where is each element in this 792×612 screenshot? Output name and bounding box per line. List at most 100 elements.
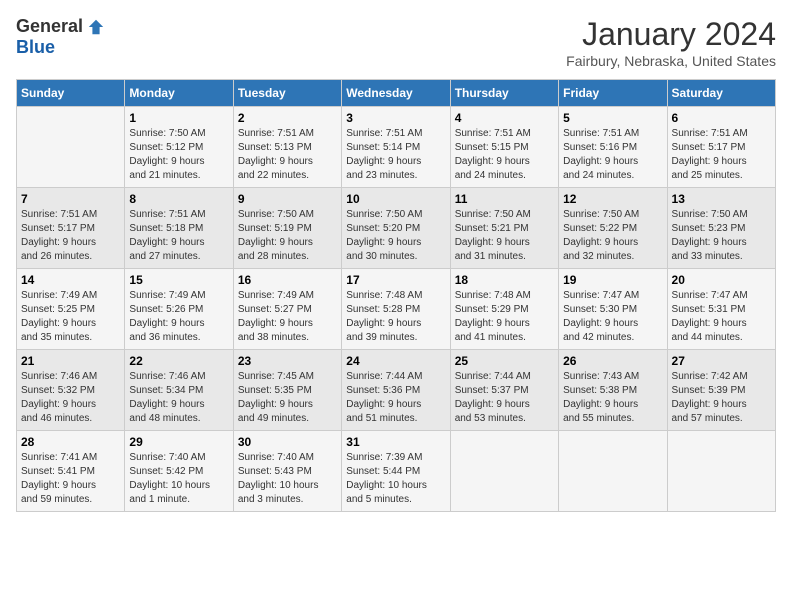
day-detail: Sunrise: 7:44 AMSunset: 5:37 PMDaylight:… (455, 370, 554, 426)
day-number: 13 (672, 192, 771, 206)
calendar-day-cell (450, 431, 558, 512)
day-detail: Sunrise: 7:47 AMSunset: 5:30 PMDaylight:… (563, 289, 662, 345)
calendar-day-cell (667, 431, 775, 512)
calendar-day-cell: 6 Sunrise: 7:51 AMSunset: 5:17 PMDaylight… (667, 107, 775, 188)
calendar-week-row: 28 Sunrise: 7:41 AMSunset: 5:41 PMDayligh… (17, 431, 776, 512)
calendar-day-cell: 21 Sunrise: 7:46 AMSunset: 5:32 PMDayligh… (17, 350, 125, 431)
logo-blue-text: Blue (16, 37, 55, 58)
calendar-day-cell: 15 Sunrise: 7:49 AMSunset: 5:26 PMDayligh… (125, 269, 233, 350)
day-detail: Sunrise: 7:51 AMSunset: 5:17 PMDaylight:… (672, 127, 771, 183)
day-detail: Sunrise: 7:51 AMSunset: 5:15 PMDaylight:… (455, 127, 554, 183)
day-detail: Sunrise: 7:49 AMSunset: 5:27 PMDaylight:… (238, 289, 337, 345)
day-detail: Sunrise: 7:46 AMSunset: 5:34 PMDaylight:… (129, 370, 228, 426)
day-number: 24 (346, 354, 445, 368)
calendar-day-cell: 29 Sunrise: 7:40 AMSunset: 5:42 PMDayligh… (125, 431, 233, 512)
calendar-table: SundayMondayTuesdayWednesdayThursdayFrid… (16, 79, 776, 512)
calendar-day-cell (17, 107, 125, 188)
title-block: January 2024 Fairbury, Nebraska, United … (566, 16, 776, 69)
calendar-day-cell: 9 Sunrise: 7:50 AMSunset: 5:19 PMDaylight… (233, 188, 341, 269)
day-number: 23 (238, 354, 337, 368)
day-number: 5 (563, 111, 662, 125)
calendar-title: January 2024 (566, 16, 776, 53)
calendar-day-cell: 27 Sunrise: 7:42 AMSunset: 5:39 PMDayligh… (667, 350, 775, 431)
day-detail: Sunrise: 7:51 AMSunset: 5:14 PMDaylight:… (346, 127, 445, 183)
day-number: 15 (129, 273, 228, 287)
day-number: 31 (346, 435, 445, 449)
day-detail: Sunrise: 7:50 AMSunset: 5:19 PMDaylight:… (238, 208, 337, 264)
day-number: 16 (238, 273, 337, 287)
calendar-day-cell: 23 Sunrise: 7:45 AMSunset: 5:35 PMDayligh… (233, 350, 341, 431)
day-number: 9 (238, 192, 337, 206)
calendar-subtitle: Fairbury, Nebraska, United States (566, 53, 776, 69)
day-number: 3 (346, 111, 445, 125)
day-detail: Sunrise: 7:51 AMSunset: 5:13 PMDaylight:… (238, 127, 337, 183)
day-detail: Sunrise: 7:45 AMSunset: 5:35 PMDaylight:… (238, 370, 337, 426)
day-detail: Sunrise: 7:50 AMSunset: 5:23 PMDaylight:… (672, 208, 771, 264)
weekday-header-tuesday: Tuesday (233, 80, 341, 107)
day-number: 27 (672, 354, 771, 368)
day-number: 29 (129, 435, 228, 449)
day-number: 2 (238, 111, 337, 125)
day-detail: Sunrise: 7:50 AMSunset: 5:20 PMDaylight:… (346, 208, 445, 264)
weekday-header-thursday: Thursday (450, 80, 558, 107)
calendar-day-cell: 1 Sunrise: 7:50 AMSunset: 5:12 PMDaylight… (125, 107, 233, 188)
calendar-body: 1 Sunrise: 7:50 AMSunset: 5:12 PMDaylight… (17, 107, 776, 512)
calendar-day-cell: 28 Sunrise: 7:41 AMSunset: 5:41 PMDayligh… (17, 431, 125, 512)
calendar-day-cell: 16 Sunrise: 7:49 AMSunset: 5:27 PMDayligh… (233, 269, 341, 350)
day-detail: Sunrise: 7:51 AMSunset: 5:16 PMDaylight:… (563, 127, 662, 183)
day-number: 26 (563, 354, 662, 368)
day-detail: Sunrise: 7:40 AMSunset: 5:42 PMDaylight:… (129, 451, 228, 507)
day-number: 30 (238, 435, 337, 449)
day-number: 19 (563, 273, 662, 287)
day-number: 8 (129, 192, 228, 206)
day-detail: Sunrise: 7:42 AMSunset: 5:39 PMDaylight:… (672, 370, 771, 426)
day-number: 21 (21, 354, 120, 368)
day-number: 14 (21, 273, 120, 287)
day-detail: Sunrise: 7:50 AMSunset: 5:22 PMDaylight:… (563, 208, 662, 264)
day-number: 12 (563, 192, 662, 206)
weekday-header-monday: Monday (125, 80, 233, 107)
calendar-header: SundayMondayTuesdayWednesdayThursdayFrid… (17, 80, 776, 107)
calendar-week-row: 14 Sunrise: 7:49 AMSunset: 5:25 PMDayligh… (17, 269, 776, 350)
day-number: 1 (129, 111, 228, 125)
day-number: 10 (346, 192, 445, 206)
calendar-day-cell: 14 Sunrise: 7:49 AMSunset: 5:25 PMDayligh… (17, 269, 125, 350)
day-detail: Sunrise: 7:49 AMSunset: 5:25 PMDaylight:… (21, 289, 120, 345)
calendar-day-cell: 24 Sunrise: 7:44 AMSunset: 5:36 PMDayligh… (342, 350, 450, 431)
day-number: 4 (455, 111, 554, 125)
day-number: 6 (672, 111, 771, 125)
day-number: 25 (455, 354, 554, 368)
day-detail: Sunrise: 7:39 AMSunset: 5:44 PMDaylight:… (346, 451, 445, 507)
day-detail: Sunrise: 7:46 AMSunset: 5:32 PMDaylight:… (21, 370, 120, 426)
day-detail: Sunrise: 7:48 AMSunset: 5:29 PMDaylight:… (455, 289, 554, 345)
calendar-day-cell: 2 Sunrise: 7:51 AMSunset: 5:13 PMDaylight… (233, 107, 341, 188)
calendar-day-cell: 8 Sunrise: 7:51 AMSunset: 5:18 PMDaylight… (125, 188, 233, 269)
day-number: 11 (455, 192, 554, 206)
day-number: 7 (21, 192, 120, 206)
day-detail: Sunrise: 7:50 AMSunset: 5:21 PMDaylight:… (455, 208, 554, 264)
day-detail: Sunrise: 7:50 AMSunset: 5:12 PMDaylight:… (129, 127, 228, 183)
calendar-day-cell: 26Sunrise: 7:43 AMSunset: 5:38 PMDayligh… (559, 350, 667, 431)
calendar-day-cell (559, 431, 667, 512)
calendar-day-cell: 30Sunrise: 7:40 AMSunset: 5:43 PMDayligh… (233, 431, 341, 512)
day-number: 22 (129, 354, 228, 368)
calendar-day-cell: 7Sunrise: 7:51 AMSunset: 5:17 PMDaylight… (17, 188, 125, 269)
calendar-day-cell: 12 Sunrise: 7:50 AMSunset: 5:22 PMDayligh… (559, 188, 667, 269)
day-number: 18 (455, 273, 554, 287)
weekday-header-row: SundayMondayTuesdayWednesdayThursdayFrid… (17, 80, 776, 107)
day-detail: Sunrise: 7:49 AMSunset: 5:26 PMDaylight:… (129, 289, 228, 345)
calendar-day-cell: 18 Sunrise: 7:48 AMSunset: 5:29 PMDayligh… (450, 269, 558, 350)
weekday-header-saturday: Saturday (667, 80, 775, 107)
day-detail: Sunrise: 7:47 AMSunset: 5:31 PMDaylight:… (672, 289, 771, 345)
calendar-day-cell: 19 Sunrise: 7:47 AMSunset: 5:30 PMDayligh… (559, 269, 667, 350)
logo: General Blue (16, 16, 105, 58)
calendar-day-cell: 4 Sunrise: 7:51 AMSunset: 5:15 PMDaylight… (450, 107, 558, 188)
day-detail: Sunrise: 7:51 AMSunset: 5:18 PMDaylight:… (129, 208, 228, 264)
calendar-day-cell: 11 Sunrise: 7:50 AMSunset: 5:21 PMDayligh… (450, 188, 558, 269)
day-number: 28 (21, 435, 120, 449)
day-detail: Sunrise: 7:44 AMSunset: 5:36 PMDaylight:… (346, 370, 445, 426)
logo-general-text: General (16, 16, 83, 37)
page-header: General Blue January 2024 Fairbury, Nebr… (16, 16, 776, 69)
day-number: 17 (346, 273, 445, 287)
day-detail: Sunrise: 7:41 AMSunset: 5:41 PMDaylight:… (21, 451, 120, 507)
